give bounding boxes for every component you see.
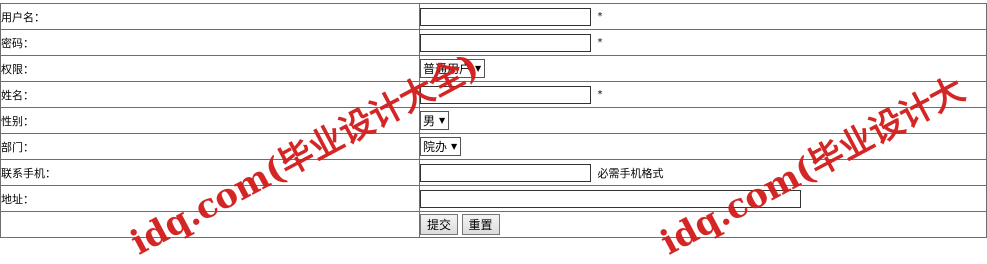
phone-input[interactable]	[420, 163, 591, 182]
password-input[interactable]	[420, 33, 591, 52]
user-form-table: 用户名： * 密码： * 权限： 普通用户 ▼ 姓名： * 性别： 男 ▼ 部门…	[0, 3, 987, 238]
submit-button[interactable]: 提交	[420, 214, 459, 235]
password-row: 密码： *	[0, 29, 987, 56]
username-label: 用户名：	[0, 3, 420, 30]
department-select[interactable]: 院办 ▼	[420, 137, 462, 156]
gender-select[interactable]: 男 ▼	[420, 111, 450, 130]
reset-button[interactable]: 重置	[461, 214, 500, 235]
name-row: 姓名： *	[0, 81, 987, 108]
permission-selected-value: 普通用户	[423, 62, 472, 76]
phone-row: 联系手机： 必需手机格式	[0, 159, 987, 186]
name-input[interactable]	[420, 85, 591, 104]
actions-label-cell	[0, 211, 420, 238]
required-mark: *	[597, 11, 603, 22]
dropdown-arrow-icon: ▼	[475, 64, 482, 73]
gender-selected-value: 男	[423, 114, 436, 128]
address-label: 地址：	[0, 185, 420, 212]
phone-format-hint: 必需手机格式	[597, 166, 664, 180]
name-label: 姓名：	[0, 81, 420, 108]
department-selected-value: 院办	[423, 140, 448, 154]
phone-label: 联系手机：	[0, 159, 420, 186]
address-input[interactable]	[420, 189, 801, 208]
address-row: 地址：	[0, 185, 987, 212]
permission-select[interactable]: 普通用户 ▼	[420, 59, 486, 78]
dropdown-arrow-icon: ▼	[439, 116, 446, 125]
username-input[interactable]	[420, 7, 591, 26]
gender-label: 性别：	[0, 107, 420, 134]
department-label: 部门：	[0, 133, 420, 160]
department-row: 部门： 院办 ▼	[0, 133, 987, 160]
required-mark: *	[597, 89, 603, 100]
permission-label: 权限：	[0, 55, 420, 82]
dropdown-arrow-icon: ▼	[451, 142, 458, 151]
required-mark: *	[597, 37, 603, 48]
permission-row: 权限： 普通用户 ▼	[0, 55, 987, 82]
username-row: 用户名： *	[0, 3, 987, 30]
gender-row: 性别： 男 ▼	[0, 107, 987, 134]
password-label: 密码：	[0, 29, 420, 56]
actions-row: 提交 重置	[0, 211, 987, 238]
